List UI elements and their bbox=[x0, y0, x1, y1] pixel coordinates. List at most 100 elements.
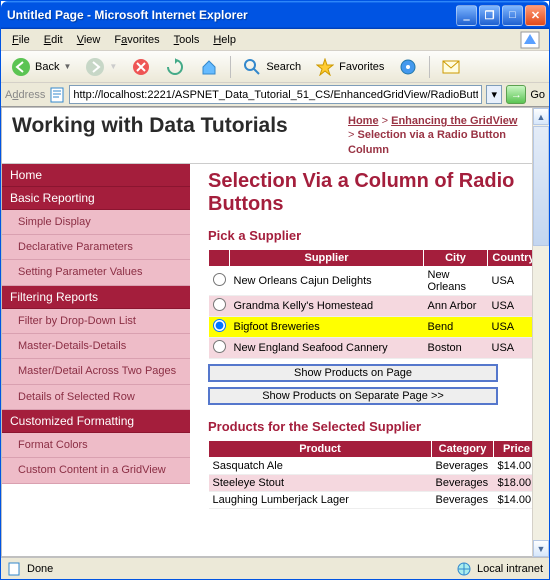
show-products-on-page-button[interactable]: Show Products on Page bbox=[208, 364, 498, 382]
show-products-separate-page-button[interactable]: Show Products on Separate Page >> bbox=[208, 387, 498, 405]
stop-icon bbox=[131, 57, 151, 77]
status-text: Done bbox=[27, 563, 53, 575]
th-category: Category bbox=[432, 440, 494, 457]
address-input[interactable] bbox=[69, 85, 482, 104]
search-label: Search bbox=[266, 61, 301, 73]
home-icon bbox=[199, 57, 219, 77]
restore-button[interactable]: ❐ bbox=[479, 5, 500, 26]
ie-logo-icon bbox=[515, 29, 545, 51]
scroll-down-button[interactable]: ▼ bbox=[533, 540, 549, 557]
supplier-name: New Orleans Cajun Delights bbox=[230, 266, 424, 295]
vertical-scrollbar[interactable]: ▲ ▼ bbox=[532, 108, 549, 557]
minimize-button[interactable]: ‗ bbox=[456, 5, 477, 26]
product-name: Laughing Lumberjack Lager bbox=[209, 491, 432, 508]
breadcrumb-current: Selection via a Radio Button Column bbox=[348, 129, 506, 155]
page-heading: Selection Via a Column of Radio Buttons bbox=[208, 170, 540, 216]
status-bar: Done Local intranet bbox=[1, 557, 549, 579]
media-icon bbox=[398, 57, 418, 77]
sidebar-item-filtering[interactable]: Filtering Reports bbox=[2, 286, 190, 309]
refresh-button[interactable] bbox=[159, 54, 191, 80]
supplier-city: Bend bbox=[424, 316, 488, 337]
back-dropdown-icon: ▼ bbox=[63, 62, 71, 71]
window-title: Untitled Page - Microsoft Internet Explo… bbox=[7, 8, 454, 22]
zone-icon bbox=[457, 562, 471, 576]
table-row: New Orleans Cajun Delights New Orleans U… bbox=[209, 266, 540, 295]
sidebar-sub-format-colors[interactable]: Format Colors bbox=[2, 433, 190, 458]
supplier-radio[interactable] bbox=[213, 319, 226, 332]
th-product: Product bbox=[209, 440, 432, 457]
forward-arrow-icon bbox=[85, 57, 105, 77]
products-table: Product Category Price Sasquatch Ale Bev… bbox=[208, 440, 540, 509]
menubar: File Edit View Favorites Tools Help bbox=[1, 29, 549, 51]
sidebar-sub-master-detail-two-pages[interactable]: Master/Detail Across Two Pages bbox=[2, 359, 190, 384]
sidebar-sub-declarative-parameters[interactable]: Declarative Parameters bbox=[2, 235, 190, 260]
address-dropdown-icon[interactable]: ▾ bbox=[486, 85, 502, 104]
favorites-button[interactable]: Favorites bbox=[309, 54, 390, 80]
sidebar-item-home[interactable]: Home bbox=[2, 164, 190, 187]
favorites-star-icon bbox=[315, 57, 335, 77]
scroll-up-button[interactable]: ▲ bbox=[533, 108, 549, 125]
page-type-icon bbox=[49, 87, 65, 103]
table-row: New England Seafood Cannery Boston USA bbox=[209, 337, 540, 358]
breadcrumb-home[interactable]: Home bbox=[348, 115, 379, 127]
sidebar-sub-filter-dropdown[interactable]: Filter by Drop-Down List bbox=[2, 309, 190, 334]
menu-tools[interactable]: Tools bbox=[167, 32, 207, 48]
menu-file[interactable]: File bbox=[5, 32, 37, 48]
supplier-city: Ann Arbor bbox=[424, 295, 488, 316]
table-header-row: Product Category Price bbox=[209, 440, 540, 457]
site-title: Working with Data Tutorials bbox=[12, 114, 336, 138]
sidebar-sub-details-selected-row[interactable]: Details of Selected Row bbox=[2, 385, 190, 410]
scroll-thumb[interactable] bbox=[533, 126, 549, 246]
go-label: Go bbox=[530, 89, 545, 101]
page-content: Working with Data Tutorials Home > Enhan… bbox=[1, 107, 549, 557]
table-row: Laughing Lumberjack Lager Beverages $14.… bbox=[209, 491, 540, 508]
stop-button[interactable] bbox=[125, 54, 157, 80]
th-supplier: Supplier bbox=[230, 249, 424, 266]
products-heading: Products for the Selected Supplier bbox=[208, 419, 540, 434]
table-row: Steeleye Stout Beverages $18.00 bbox=[209, 474, 540, 491]
search-icon bbox=[242, 57, 262, 77]
mail-icon bbox=[441, 57, 461, 77]
table-header-row: Supplier City Country bbox=[209, 249, 540, 266]
maximize-button[interactable]: □ bbox=[502, 5, 523, 26]
menu-help[interactable]: Help bbox=[206, 32, 243, 48]
sidebar-sub-simple-display[interactable]: Simple Display bbox=[2, 210, 190, 235]
menu-view[interactable]: View bbox=[70, 32, 108, 48]
product-category: Beverages bbox=[432, 457, 494, 474]
sidebar-item-custom-formatting[interactable]: Customized Formatting bbox=[2, 410, 190, 433]
favorites-label: Favorites bbox=[339, 61, 384, 73]
toolbar-divider bbox=[230, 56, 231, 78]
menu-edit[interactable]: Edit bbox=[37, 32, 70, 48]
supplier-radio[interactable] bbox=[213, 298, 226, 311]
forward-dropdown-icon: ▼ bbox=[109, 62, 117, 71]
close-button[interactable]: ✕ bbox=[525, 5, 546, 26]
home-button[interactable] bbox=[193, 54, 225, 80]
mail-button[interactable] bbox=[435, 54, 467, 80]
breadcrumb-enhancing[interactable]: Enhancing the GridView bbox=[391, 115, 517, 127]
forward-button[interactable]: ▼ bbox=[79, 54, 123, 80]
product-category: Beverages bbox=[432, 491, 494, 508]
sidebar-item-basic-reporting[interactable]: Basic Reporting bbox=[2, 187, 190, 210]
search-button[interactable]: Search bbox=[236, 54, 307, 80]
sidebar-sub-setting-parameter-values[interactable]: Setting Parameter Values bbox=[2, 260, 190, 285]
product-name: Sasquatch Ale bbox=[209, 457, 432, 474]
sidebar-sub-custom-content-gridview[interactable]: Custom Content in a GridView bbox=[2, 458, 190, 483]
status-page-icon bbox=[7, 562, 21, 576]
suppliers-table: Supplier City Country New Orleans Cajun … bbox=[208, 249, 540, 359]
supplier-radio[interactable] bbox=[213, 340, 226, 353]
table-row: Grandma Kelly's Homestead Ann Arbor USA bbox=[209, 295, 540, 316]
media-button[interactable] bbox=[392, 54, 424, 80]
menu-favorites[interactable]: Favorites bbox=[107, 32, 166, 48]
titlebar[interactable]: Untitled Page - Microsoft Internet Explo… bbox=[1, 1, 549, 29]
breadcrumb: Home > Enhancing the GridView > Selectio… bbox=[348, 114, 538, 157]
toolbar-divider bbox=[429, 56, 430, 78]
zone-text: Local intranet bbox=[477, 563, 543, 575]
go-button[interactable]: → bbox=[506, 85, 526, 104]
supplier-city: New Orleans bbox=[424, 266, 488, 295]
back-label: Back bbox=[35, 61, 59, 73]
back-button[interactable]: Back ▼ bbox=[5, 54, 77, 80]
supplier-radio[interactable] bbox=[213, 273, 226, 286]
address-label: Address bbox=[5, 89, 45, 101]
table-row: Sasquatch Ale Beverages $14.00 bbox=[209, 457, 540, 474]
sidebar-sub-master-details[interactable]: Master-Details-Details bbox=[2, 334, 190, 359]
